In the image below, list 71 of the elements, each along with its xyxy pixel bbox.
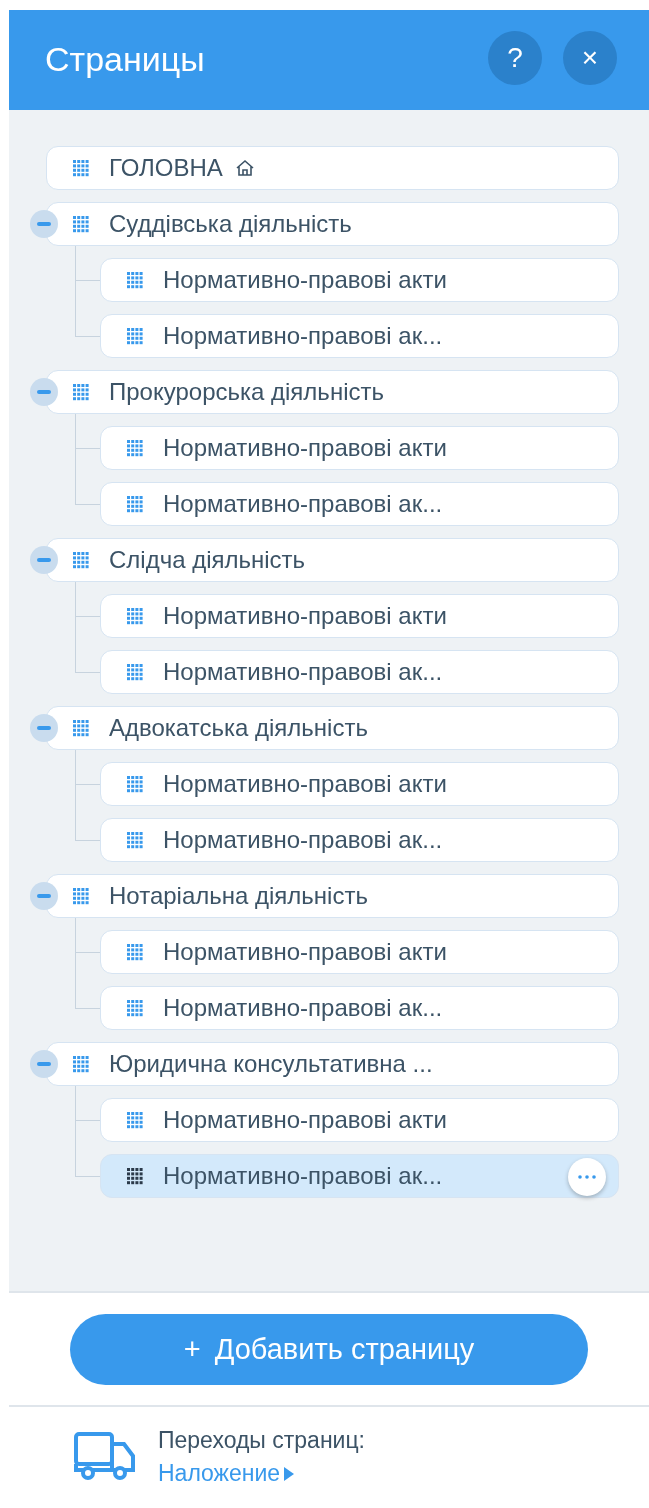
page-name: Адвокатська діяльність xyxy=(109,714,368,742)
page-item[interactable]: Суддівська діяльність xyxy=(46,202,619,246)
page-name: Нормативно-правові акти xyxy=(163,1106,447,1134)
page-item[interactable]: Нормативно-правові ак... xyxy=(100,314,619,358)
drag-handle-icon[interactable] xyxy=(73,383,89,401)
collapse-button[interactable] xyxy=(30,546,58,574)
page-name: Слідча діяльність xyxy=(109,546,306,574)
page-name: Юридична консультативна ... xyxy=(109,1050,433,1078)
page-name: Нормативно-правові ак... xyxy=(163,490,443,518)
collapse-button[interactable] xyxy=(30,714,58,742)
drag-handle-icon[interactable] xyxy=(127,775,143,793)
page-name: Нормативно-правові ак... xyxy=(163,322,443,350)
drag-handle-icon[interactable] xyxy=(127,1167,143,1185)
drag-handle-icon[interactable] xyxy=(127,495,143,513)
drag-handle-icon[interactable] xyxy=(73,719,89,737)
ellipsis-icon xyxy=(578,1175,596,1179)
page-name: Прокурорська діяльність xyxy=(109,378,384,406)
page-name: Нормативно-правові акти xyxy=(163,266,447,294)
page-item[interactable]: Нормативно-правові ак... xyxy=(100,818,619,862)
page-item[interactable]: Нормативно-правові акти xyxy=(100,1098,619,1142)
drag-handle-icon[interactable] xyxy=(127,1111,143,1129)
page-item[interactable]: Прокурорська діяльність xyxy=(46,370,619,414)
drag-handle-icon[interactable] xyxy=(127,271,143,289)
page-name: Нормативно-правові ак... xyxy=(163,826,443,854)
page-item[interactable]: Нормативно-правові ак... xyxy=(100,482,619,526)
page-name: Нормативно-правові акти xyxy=(163,938,447,966)
page-name: Нормативно-правові ак... xyxy=(163,1162,443,1190)
page-item[interactable]: ГОЛОВНА xyxy=(46,146,619,190)
page-item[interactable]: Адвокатська діяльність xyxy=(46,706,619,750)
page-name: Нормативно-правові акти xyxy=(163,770,447,798)
triangle-icon xyxy=(284,1466,295,1481)
page-item[interactable]: Слідча діяльність xyxy=(46,538,619,582)
drag-handle-icon[interactable] xyxy=(127,607,143,625)
collapse-button[interactable] xyxy=(30,882,58,910)
page-item[interactable]: Нормативно-правові акти xyxy=(100,930,619,974)
page-item[interactable]: Нормативно-правові ак... xyxy=(100,986,619,1030)
drag-handle-icon[interactable] xyxy=(127,831,143,849)
panel-title: Страницы xyxy=(45,39,206,79)
drag-handle-icon[interactable] xyxy=(73,1055,89,1073)
collapse-button[interactable] xyxy=(30,210,58,238)
drag-handle-icon[interactable] xyxy=(73,215,89,233)
collapse-button[interactable] xyxy=(30,1050,58,1078)
drag-handle-icon[interactable] xyxy=(73,887,89,905)
drag-handle-icon[interactable] xyxy=(127,663,143,681)
collapse-button[interactable] xyxy=(30,378,58,406)
transitions-label: Переходы страниц: xyxy=(158,1427,365,1454)
drag-handle-icon[interactable] xyxy=(127,999,143,1017)
page-name: Нормативно-правові ак... xyxy=(163,994,443,1022)
page-name: Нормативно-правові акти xyxy=(163,602,447,630)
page-name: Суддівська діяльність xyxy=(109,210,352,238)
page-item[interactable]: Юридична консультативна ... xyxy=(46,1042,619,1086)
more-button[interactable] xyxy=(568,1158,606,1196)
drag-handle-icon[interactable] xyxy=(73,159,89,177)
drag-handle-icon[interactable] xyxy=(127,327,143,345)
drag-handle-icon[interactable] xyxy=(127,439,143,457)
page-name: Нормативно-правові ак... xyxy=(163,658,443,686)
page-name: Нотаріальна діяльність xyxy=(109,882,368,910)
truck-icon xyxy=(74,1432,136,1482)
help-button[interactable]: ? xyxy=(488,31,542,85)
page-name: Нормативно-правові акти xyxy=(163,434,447,462)
page-item[interactable]: Нормативно-правові акти xyxy=(100,258,619,302)
page-item[interactable]: Нормативно-правові акти xyxy=(100,594,619,638)
drag-handle-icon[interactable] xyxy=(73,551,89,569)
page-name: ГОЛОВНА xyxy=(109,154,223,182)
page-item[interactable]: Нотаріальна діяльність xyxy=(46,874,619,918)
drag-handle-icon[interactable] xyxy=(127,943,143,961)
page-item[interactable]: Нормативно-правові акти xyxy=(100,426,619,470)
close-button[interactable]: × xyxy=(563,31,617,85)
page-item[interactable]: Нормативно-правові ак... xyxy=(100,1154,619,1198)
page-item[interactable]: Нормативно-правові акти xyxy=(100,762,619,806)
page-item[interactable]: Нормативно-правові ак... xyxy=(100,650,619,694)
